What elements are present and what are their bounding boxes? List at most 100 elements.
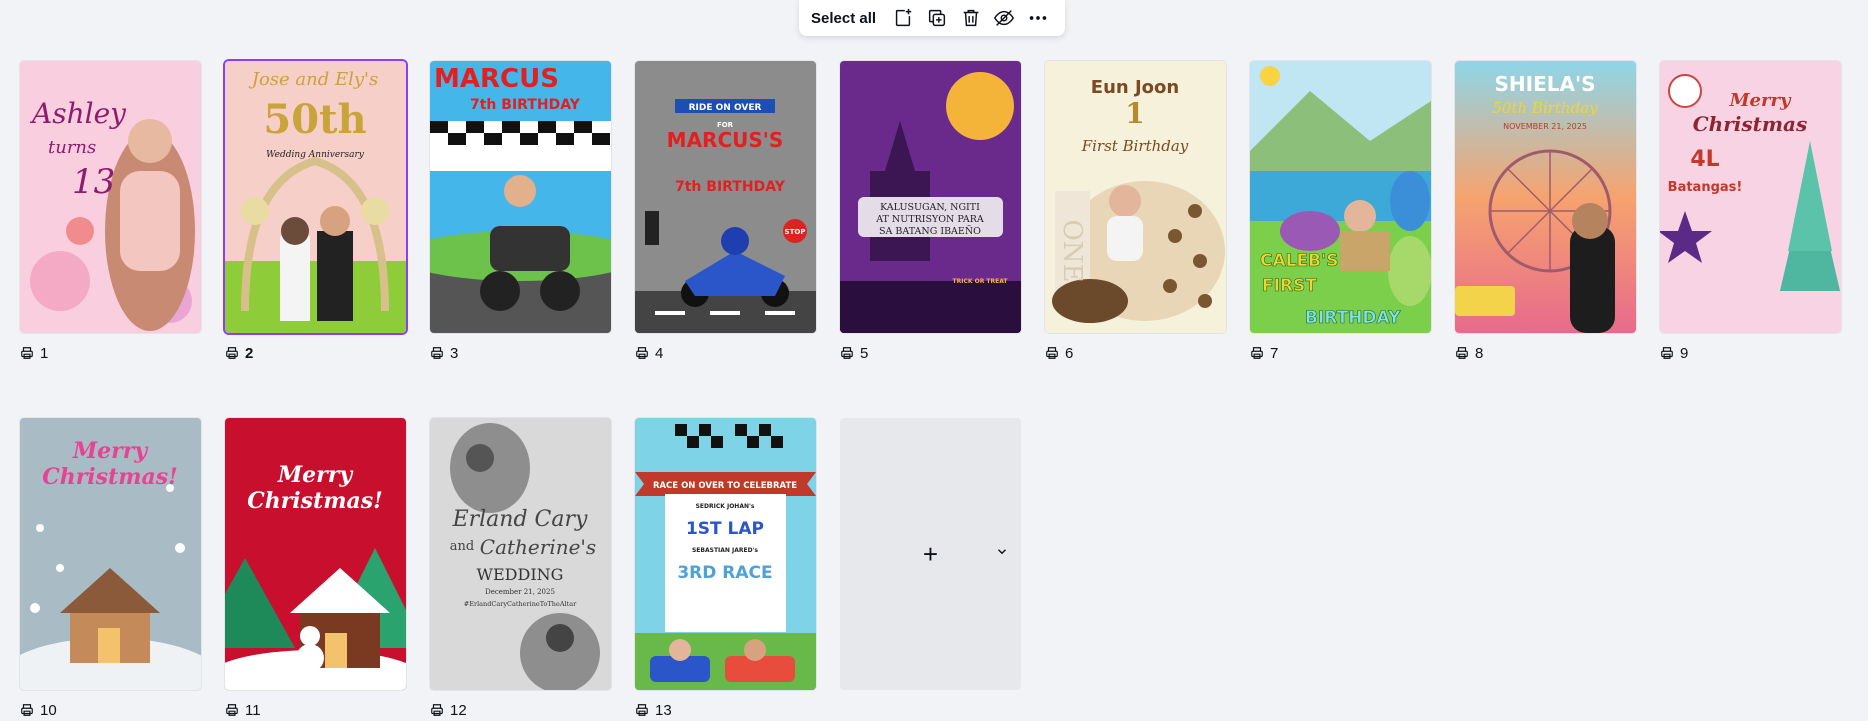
text-ride-on-over: RIDE ON OVER bbox=[689, 103, 762, 113]
page-item: KALUSUGAN, NGITI AT NUTRISYON PARA SA BA… bbox=[840, 61, 1021, 362]
page-grid: Ashley turns 13 1 Jose and Ely's 50th We… bbox=[20, 61, 1841, 719]
page-number-label: 1 bbox=[20, 344, 201, 362]
page-thumbnail[interactable]: RACE ON OVER TO CELEBRATE SEDRICK JOHAN'… bbox=[635, 418, 816, 690]
page-number: 4 bbox=[655, 344, 664, 362]
page-number-label: 6 bbox=[1045, 344, 1226, 362]
page-number-label: 11 bbox=[225, 701, 406, 719]
page-toolbar: Select all bbox=[799, 0, 1065, 36]
page-number: 7 bbox=[1270, 344, 1279, 362]
add-page-button[interactable]: + bbox=[840, 418, 1021, 690]
page-number-label: 7 bbox=[1250, 344, 1431, 362]
page-thumbnail[interactable]: Merry Christmas! bbox=[20, 418, 201, 690]
page-item: Merry Christmas! 10 bbox=[20, 418, 201, 719]
text-3rd-race: 3RD RACE bbox=[677, 563, 772, 583]
design-preview: Erland Cary and Catherine's WEDDING Dece… bbox=[430, 418, 611, 690]
more-icon bbox=[1029, 16, 1047, 20]
print-icon bbox=[636, 704, 648, 716]
text-age: 13 bbox=[72, 162, 115, 202]
text-first: FIRST bbox=[1262, 276, 1317, 296]
text-first-birthday: First Birthday bbox=[1081, 137, 1189, 155]
design-preview: CALEB'S FIRST BIRTHDAY bbox=[1250, 61, 1431, 333]
design-preview: RIDE ON OVER FOR MARCUS'S 7th BIRTHDAY S… bbox=[635, 61, 816, 333]
hide-icon bbox=[994, 10, 1015, 26]
text-shielas: SHIELA'S bbox=[1495, 72, 1596, 96]
page-number: 1 bbox=[40, 344, 49, 362]
page-number: 10 bbox=[40, 701, 57, 719]
text-christmas: Christmas bbox=[1693, 112, 1807, 136]
text-christmas-2: Christmas! bbox=[42, 464, 178, 490]
page-item: RIDE ON OVER FOR MARCUS'S 7th BIRTHDAY S… bbox=[635, 61, 816, 362]
page-thumbnail[interactable]: Merry Christmas! bbox=[225, 418, 406, 690]
page-thumbnail[interactable]: Merry Christmas 4L Batangas! bbox=[1660, 61, 1841, 333]
print-icon bbox=[1251, 347, 1263, 359]
text-wedding-anniversary: Wedding Anniversary bbox=[266, 150, 365, 160]
text-merry-2: Merry bbox=[72, 438, 150, 464]
chevron-down-icon[interactable] bbox=[995, 545, 1009, 564]
print-icon bbox=[636, 347, 648, 359]
text-marcus: MARCUS bbox=[434, 64, 559, 94]
page-item: Erland Cary and Catherine's WEDDING Dece… bbox=[430, 418, 611, 719]
text-7th-birthday: 7th BIRTHDAY bbox=[470, 97, 581, 113]
design-preview: MARCUS 7th BIRTHDAY bbox=[430, 61, 611, 333]
design-preview: KALUSUGAN, NGITI AT NUTRISYON PARA SA BA… bbox=[840, 61, 1021, 333]
page-item: Jose and Ely's 50th Wedding Anniversary … bbox=[225, 61, 406, 362]
text-sa-batang: SA BATANG IBAEÑO bbox=[879, 225, 981, 237]
page-item: Merry Christmas! 11 bbox=[225, 418, 406, 719]
add-page-icon bbox=[895, 8, 912, 27]
design-preview: Merry Christmas 4L Batangas! bbox=[1660, 61, 1841, 333]
page-thumbnail[interactable]: KALUSUGAN, NGITI AT NUTRISYON PARA SA BA… bbox=[840, 61, 1021, 333]
page-thumbnail[interactable]: Jose and Ely's 50th Wedding Anniversary bbox=[225, 61, 406, 333]
plus-icon: + bbox=[922, 539, 939, 569]
text-couple: Jose and Ely's bbox=[248, 69, 378, 90]
page-item: CALEB'S FIRST BIRTHDAY 7 bbox=[1250, 61, 1431, 362]
text-and: and bbox=[450, 539, 474, 554]
page-thumbnail[interactable]: Erland Cary and Catherine's WEDDING Dece… bbox=[430, 418, 611, 690]
design-preview: Jose and Ely's 50th Wedding Anniversary bbox=[225, 61, 406, 333]
page-number: 6 bbox=[1065, 344, 1074, 362]
page-item: Merry Christmas 4L Batangas! 9 bbox=[1660, 61, 1841, 362]
page-number: 9 bbox=[1680, 344, 1689, 362]
text-4l: 4L bbox=[1690, 147, 1719, 172]
print-icon bbox=[431, 704, 443, 716]
text-50th-birthday: 50th Birthday bbox=[1492, 99, 1598, 117]
hide-page-button[interactable] bbox=[987, 2, 1021, 34]
text-trick-or-treat: TRICK OR TREAT bbox=[953, 278, 1009, 285]
add-page-button[interactable] bbox=[886, 2, 920, 34]
page-thumbnail[interactable]: CALEB'S FIRST BIRTHDAY bbox=[1250, 61, 1431, 333]
page-number-label: 12 bbox=[430, 701, 611, 719]
design-preview: SHIELA'S 50th Birthday NOVEMBER 21, 2025 bbox=[1455, 61, 1636, 333]
page-number: 8 bbox=[1475, 344, 1484, 362]
more-options-button[interactable] bbox=[1021, 2, 1055, 34]
delete-page-button[interactable] bbox=[954, 2, 988, 34]
design-preview: Eun Joon 1 First Birthday ONE bbox=[1045, 61, 1226, 333]
print-icon bbox=[226, 704, 238, 716]
duplicate-page-button[interactable] bbox=[920, 2, 954, 34]
page-thumbnail[interactable]: Eun Joon 1 First Birthday ONE bbox=[1045, 61, 1226, 333]
text-7th-birthday-2: 7th BIRTHDAY bbox=[675, 179, 786, 195]
text-batangas: Batangas! bbox=[1668, 180, 1743, 195]
page-item: Ashley turns 13 1 bbox=[20, 61, 201, 362]
page-number-label: 2 bbox=[225, 344, 406, 362]
select-all-button[interactable]: Select all bbox=[809, 10, 886, 27]
page-thumbnail[interactable]: MARCUS 7th BIRTHDAY bbox=[430, 61, 611, 333]
page-thumbnail[interactable]: Ashley turns 13 bbox=[20, 61, 201, 333]
page-item: SHIELA'S 50th Birthday NOVEMBER 21, 2025… bbox=[1455, 61, 1636, 362]
text-calebs: CALEB'S bbox=[1260, 251, 1338, 271]
page-thumbnail[interactable]: RIDE ON OVER FOR MARCUS'S 7th BIRTHDAY S… bbox=[635, 61, 816, 333]
text-marcuss: MARCUS'S bbox=[667, 128, 784, 152]
text-one-digit: 1 bbox=[1125, 97, 1144, 130]
design-preview: RACE ON OVER TO CELEBRATE SEDRICK JOHAN'… bbox=[635, 418, 816, 690]
page-number-label: 5 bbox=[840, 344, 1021, 362]
print-icon bbox=[21, 347, 33, 359]
text-merry: Merry bbox=[1729, 90, 1792, 111]
text-race-on-over: RACE ON OVER TO CELEBRATE bbox=[653, 481, 797, 491]
text-50th: 50th bbox=[263, 96, 366, 143]
text-wedding-date: December 21, 2025 bbox=[485, 588, 555, 596]
page-thumbnail[interactable]: SHIELA'S 50th Birthday NOVEMBER 21, 2025 bbox=[1455, 61, 1636, 333]
page-number: 12 bbox=[450, 701, 467, 719]
design-preview: Merry Christmas! bbox=[225, 418, 406, 690]
text-1st-lap: 1ST LAP bbox=[686, 519, 764, 539]
page-number-label: 4 bbox=[635, 344, 816, 362]
page-number: 5 bbox=[860, 344, 869, 362]
print-icon bbox=[1046, 347, 1058, 359]
